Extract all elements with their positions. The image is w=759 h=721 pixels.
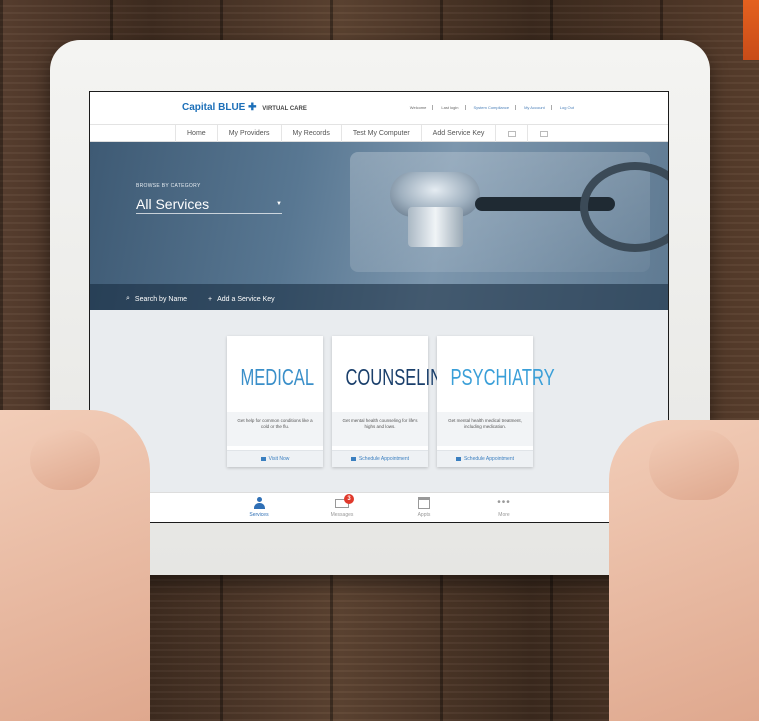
card-action-label: Schedule Appointment xyxy=(463,456,515,462)
nav-test-my-computer[interactable]: Test My Computer xyxy=(340,125,421,143)
bottom-tab-bar: Services 3 Messages Appts ••• More xyxy=(90,492,668,522)
category-select[interactable]: All Services ▼ xyxy=(136,194,282,214)
nav-add-service-key[interactable]: Add Service Key xyxy=(420,125,496,143)
search-by-name-button[interactable]: ⌕ Search by Name xyxy=(126,295,187,303)
nav-mail-icon[interactable] xyxy=(527,125,559,143)
card-description: Get mental health counseling for life's … xyxy=(332,412,428,446)
brand-logo[interactable]: Capital BLUE ✚ VIRTUAL CARE xyxy=(182,102,307,113)
log-out-link[interactable]: Log Out xyxy=(560,105,580,110)
left-thumb xyxy=(30,430,100,490)
nav-home[interactable]: Home xyxy=(175,125,217,143)
main-nav: Home My Providers My Records Test My Com… xyxy=(90,124,668,143)
category-value: All Services xyxy=(136,195,210,212)
brand-subtitle: VIRTUAL CARE xyxy=(262,106,307,112)
video-icon xyxy=(260,457,266,461)
card-psychiatry[interactable]: PSYCHIATRY Get mental health medical tre… xyxy=(437,336,555,467)
right-thumb xyxy=(649,430,739,500)
service-cards: MEDICAL Get help for common conditions l… xyxy=(227,336,555,467)
more-icon: ••• xyxy=(497,497,511,508)
welcome-text: Welcome xyxy=(410,105,434,110)
tab-messages[interactable]: 3 Messages xyxy=(322,493,362,518)
tab-label: More xyxy=(498,512,510,518)
system-compliance-link[interactable]: System Compliance xyxy=(474,105,517,110)
card-title: PSYCHIATRY xyxy=(450,364,555,390)
tab-label: Appts xyxy=(417,512,431,518)
my-account-link[interactable]: My Account xyxy=(524,105,552,110)
nav-my-providers[interactable]: My Providers xyxy=(216,125,281,143)
header-links: Welcome Last login System Compliance My … xyxy=(410,105,580,110)
person-icon xyxy=(254,497,265,509)
hero-banner: BROWSE BY CATEGORY All Services ▼ ⌕ Sear… xyxy=(90,142,668,310)
message-count-badge: 3 xyxy=(344,493,354,504)
calendar-icon xyxy=(350,457,356,461)
card-description: Get help for common conditions like a co… xyxy=(227,412,323,446)
chevron-down-icon: ▼ xyxy=(276,200,282,207)
envelope-icon: 3 xyxy=(335,493,354,508)
card-counseling[interactable]: COUNSELING Get mental health counseling … xyxy=(332,336,455,467)
tab-appts[interactable]: Appts xyxy=(404,496,444,518)
search-label: Search by Name xyxy=(134,295,188,303)
orange-object xyxy=(743,0,759,60)
nav-my-records[interactable]: My Records xyxy=(280,125,341,143)
tab-more[interactable]: ••• More xyxy=(484,496,524,518)
card-action-label: Schedule Appointment xyxy=(358,456,410,462)
tab-services[interactable]: Services xyxy=(239,496,279,518)
card-title: COUNSELING xyxy=(345,364,455,390)
tab-label: Messages xyxy=(330,512,354,518)
card-description: Get mental health medical treatment, inc… xyxy=(437,412,533,446)
tablet-screen: Capital BLUE ✚ VIRTUAL CARE Welcome Last… xyxy=(89,91,669,523)
plus-icon: + xyxy=(208,296,213,303)
card-medical[interactable]: MEDICAL Get help for common conditions l… xyxy=(227,336,323,467)
stethoscope-stem xyxy=(408,207,463,247)
schedule-appointment-button[interactable]: Schedule Appointment xyxy=(437,450,533,467)
top-header: Capital BLUE ✚ VIRTUAL CARE Welcome Last… xyxy=(90,92,668,124)
add-service-key-button[interactable]: + Add a Service Key xyxy=(208,296,275,303)
visit-now-button[interactable]: Visit Now xyxy=(227,450,323,467)
brand-name: Capital BLUE xyxy=(182,102,246,113)
calendar-icon xyxy=(418,497,430,509)
browse-by-category-label: BROWSE BY CATEGORY xyxy=(136,183,201,189)
search-icon: ⌕ xyxy=(126,295,130,302)
tab-label: Services xyxy=(249,512,269,518)
add-key-label: Add a Service Key xyxy=(217,296,275,303)
last-login-text: Last login xyxy=(441,105,466,110)
card-action-label: Visit Now xyxy=(268,456,290,462)
schedule-appointment-button[interactable]: Schedule Appointment xyxy=(332,450,428,467)
nav-calendar-icon[interactable] xyxy=(495,125,527,143)
card-title: MEDICAL xyxy=(240,364,315,390)
calendar-icon xyxy=(455,457,461,461)
